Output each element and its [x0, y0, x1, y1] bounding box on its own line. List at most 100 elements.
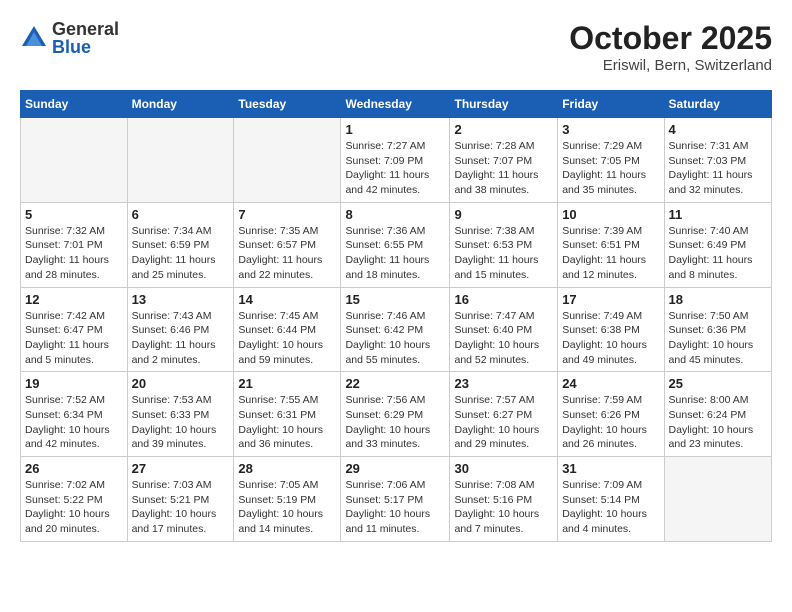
day-number: 10	[562, 207, 659, 222]
weekday-header-row: SundayMondayTuesdayWednesdayThursdayFrid…	[21, 91, 772, 118]
day-number: 5	[25, 207, 123, 222]
day-info: Sunrise: 7:47 AMSunset: 6:40 PMDaylight:…	[454, 309, 553, 368]
day-info: Sunrise: 7:08 AMSunset: 5:16 PMDaylight:…	[454, 478, 553, 537]
calendar-cell: 17Sunrise: 7:49 AMSunset: 6:38 PMDayligh…	[558, 287, 664, 372]
calendar-cell: 6 Sunrise: 7:34 AMSunset: 6:59 PMDaylight…	[127, 202, 234, 287]
calendar-cell: 18 Sunrise: 7:50 AMSunset: 6:36 PMDayligh…	[664, 287, 771, 372]
day-number: 29	[345, 461, 445, 476]
day-number: 18	[669, 292, 767, 307]
calendar-cell: 3 Sunrise: 7:29 AMSunset: 7:05 PMDaylight…	[558, 118, 664, 203]
calendar-cell: 5 Sunrise: 7:32 AMSunset: 7:01 PMDaylight…	[21, 202, 128, 287]
calendar-cell: 24Sunrise: 7:59 AMSunset: 6:26 PMDayligh…	[558, 372, 664, 457]
calendar-week-row: 19 Sunrise: 7:52 AMSunset: 6:34 PMDayligh…	[21, 372, 772, 457]
calendar-cell: 11 Sunrise: 7:40 AMSunset: 6:49 PMDayligh…	[664, 202, 771, 287]
calendar-week-row: 1Sunrise: 7:27 AMSunset: 7:09 PMDaylight…	[21, 118, 772, 203]
day-info: Sunrise: 7:55 AMSunset: 6:31 PMDaylight:…	[238, 393, 336, 452]
calendar-cell	[664, 457, 771, 542]
day-info: Sunrise: 7:28 AMSunset: 7:07 PMDaylight:…	[454, 139, 553, 198]
calendar-cell	[234, 118, 341, 203]
weekday-header-wednesday: Wednesday	[341, 91, 450, 118]
day-info: Sunrise: 7:35 AMSunset: 6:57 PMDaylight:…	[238, 224, 336, 283]
calendar-cell: 16 Sunrise: 7:47 AMSunset: 6:40 PMDayligh…	[450, 287, 558, 372]
weekday-header-friday: Friday	[558, 91, 664, 118]
calendar-cell	[127, 118, 234, 203]
calendar-cell: 29 Sunrise: 7:06 AMSunset: 5:17 PMDayligh…	[341, 457, 450, 542]
day-number: 17	[562, 292, 659, 307]
weekday-header-sunday: Sunday	[21, 91, 128, 118]
day-info: Sunrise: 7:56 AMSunset: 6:29 PMDaylight:…	[345, 393, 445, 452]
day-info: Sunrise: 7:59 AMSunset: 6:26 PMDaylight:…	[562, 393, 659, 452]
weekday-header-saturday: Saturday	[664, 91, 771, 118]
day-info: Sunrise: 7:31 AMSunset: 7:03 PMDaylight:…	[669, 139, 767, 198]
day-number: 11	[669, 207, 767, 222]
day-number: 31	[562, 461, 659, 476]
calendar-cell: 7 Sunrise: 7:35 AMSunset: 6:57 PMDaylight…	[234, 202, 341, 287]
logo: General Blue	[20, 20, 119, 56]
weekday-header-tuesday: Tuesday	[234, 91, 341, 118]
day-info: Sunrise: 7:06 AMSunset: 5:17 PMDaylight:…	[345, 478, 445, 537]
day-number: 14	[238, 292, 336, 307]
logo-general: General	[52, 20, 119, 38]
logo-blue: Blue	[52, 38, 119, 56]
day-number: 22	[345, 376, 445, 391]
day-number: 19	[25, 376, 123, 391]
calendar-cell: 9 Sunrise: 7:38 AMSunset: 6:53 PMDaylight…	[450, 202, 558, 287]
day-info: Sunrise: 7:57 AMSunset: 6:27 PMDaylight:…	[454, 393, 553, 452]
day-info: Sunrise: 7:43 AMSunset: 6:46 PMDaylight:…	[132, 309, 230, 368]
calendar-cell: 23Sunrise: 7:57 AMSunset: 6:27 PMDayligh…	[450, 372, 558, 457]
day-info: Sunrise: 7:05 AMSunset: 5:19 PMDaylight:…	[238, 478, 336, 537]
calendar-cell: 28 Sunrise: 7:05 AMSunset: 5:19 PMDayligh…	[234, 457, 341, 542]
day-info: Sunrise: 7:50 AMSunset: 6:36 PMDaylight:…	[669, 309, 767, 368]
page-header: General Blue October 2025 Eriswil, Bern,…	[20, 20, 772, 74]
day-info: Sunrise: 7:09 AMSunset: 5:14 PMDaylight:…	[562, 478, 659, 537]
calendar-cell: 22 Sunrise: 7:56 AMSunset: 6:29 PMDayligh…	[341, 372, 450, 457]
calendar-table: SundayMondayTuesdayWednesdayThursdayFrid…	[20, 90, 772, 542]
day-info: Sunrise: 7:45 AMSunset: 6:44 PMDaylight:…	[238, 309, 336, 368]
day-info: Sunrise: 7:46 AMSunset: 6:42 PMDaylight:…	[345, 309, 445, 368]
calendar-cell: 25 Sunrise: 8:00 AMSunset: 6:24 PMDayligh…	[664, 372, 771, 457]
day-info: Sunrise: 7:03 AMSunset: 5:21 PMDaylight:…	[132, 478, 230, 537]
day-number: 13	[132, 292, 230, 307]
day-info: Sunrise: 7:52 AMSunset: 6:34 PMDaylight:…	[25, 393, 123, 452]
calendar-week-row: 12Sunrise: 7:42 AMSunset: 6:47 PMDayligh…	[21, 287, 772, 372]
day-number: 28	[238, 461, 336, 476]
calendar-cell: 1Sunrise: 7:27 AMSunset: 7:09 PMDaylight…	[341, 118, 450, 203]
day-info: Sunrise: 8:00 AMSunset: 6:24 PMDaylight:…	[669, 393, 767, 452]
day-number: 26	[25, 461, 123, 476]
day-number: 1	[345, 122, 445, 137]
calendar-cell: 10Sunrise: 7:39 AMSunset: 6:51 PMDayligh…	[558, 202, 664, 287]
logo-text: General Blue	[52, 20, 119, 56]
location: Eriswil, Bern, Switzerland	[569, 57, 772, 74]
day-info: Sunrise: 7:02 AMSunset: 5:22 PMDaylight:…	[25, 478, 123, 537]
day-number: 30	[454, 461, 553, 476]
day-number: 27	[132, 461, 230, 476]
calendar-cell: 15 Sunrise: 7:46 AMSunset: 6:42 PMDayligh…	[341, 287, 450, 372]
calendar-cell: 2Sunrise: 7:28 AMSunset: 7:07 PMDaylight…	[450, 118, 558, 203]
day-number: 7	[238, 207, 336, 222]
day-info: Sunrise: 7:53 AMSunset: 6:33 PMDaylight:…	[132, 393, 230, 452]
weekday-header-monday: Monday	[127, 91, 234, 118]
day-number: 20	[132, 376, 230, 391]
calendar-week-row: 5 Sunrise: 7:32 AMSunset: 7:01 PMDaylight…	[21, 202, 772, 287]
day-number: 4	[669, 122, 767, 137]
day-number: 25	[669, 376, 767, 391]
day-number: 8	[345, 207, 445, 222]
day-number: 3	[562, 122, 659, 137]
day-info: Sunrise: 7:34 AMSunset: 6:59 PMDaylight:…	[132, 224, 230, 283]
day-number: 9	[454, 207, 553, 222]
day-info: Sunrise: 7:29 AMSunset: 7:05 PMDaylight:…	[562, 139, 659, 198]
day-number: 15	[345, 292, 445, 307]
day-info: Sunrise: 7:38 AMSunset: 6:53 PMDaylight:…	[454, 224, 553, 283]
calendar-week-row: 26 Sunrise: 7:02 AMSunset: 5:22 PMDayligh…	[21, 457, 772, 542]
logo-icon	[20, 24, 48, 52]
calendar-cell: 4 Sunrise: 7:31 AMSunset: 7:03 PMDaylight…	[664, 118, 771, 203]
calendar-cell: 8Sunrise: 7:36 AMSunset: 6:55 PMDaylight…	[341, 202, 450, 287]
day-number: 16	[454, 292, 553, 307]
weekday-header-thursday: Thursday	[450, 91, 558, 118]
calendar-cell: 31 Sunrise: 7:09 AMSunset: 5:14 PMDayligh…	[558, 457, 664, 542]
day-number: 6	[132, 207, 230, 222]
calendar-cell: 27 Sunrise: 7:03 AMSunset: 5:21 PMDayligh…	[127, 457, 234, 542]
day-info: Sunrise: 7:32 AMSunset: 7:01 PMDaylight:…	[25, 224, 123, 283]
day-info: Sunrise: 7:40 AMSunset: 6:49 PMDaylight:…	[669, 224, 767, 283]
calendar-cell: 21Sunrise: 7:55 AMSunset: 6:31 PMDayligh…	[234, 372, 341, 457]
